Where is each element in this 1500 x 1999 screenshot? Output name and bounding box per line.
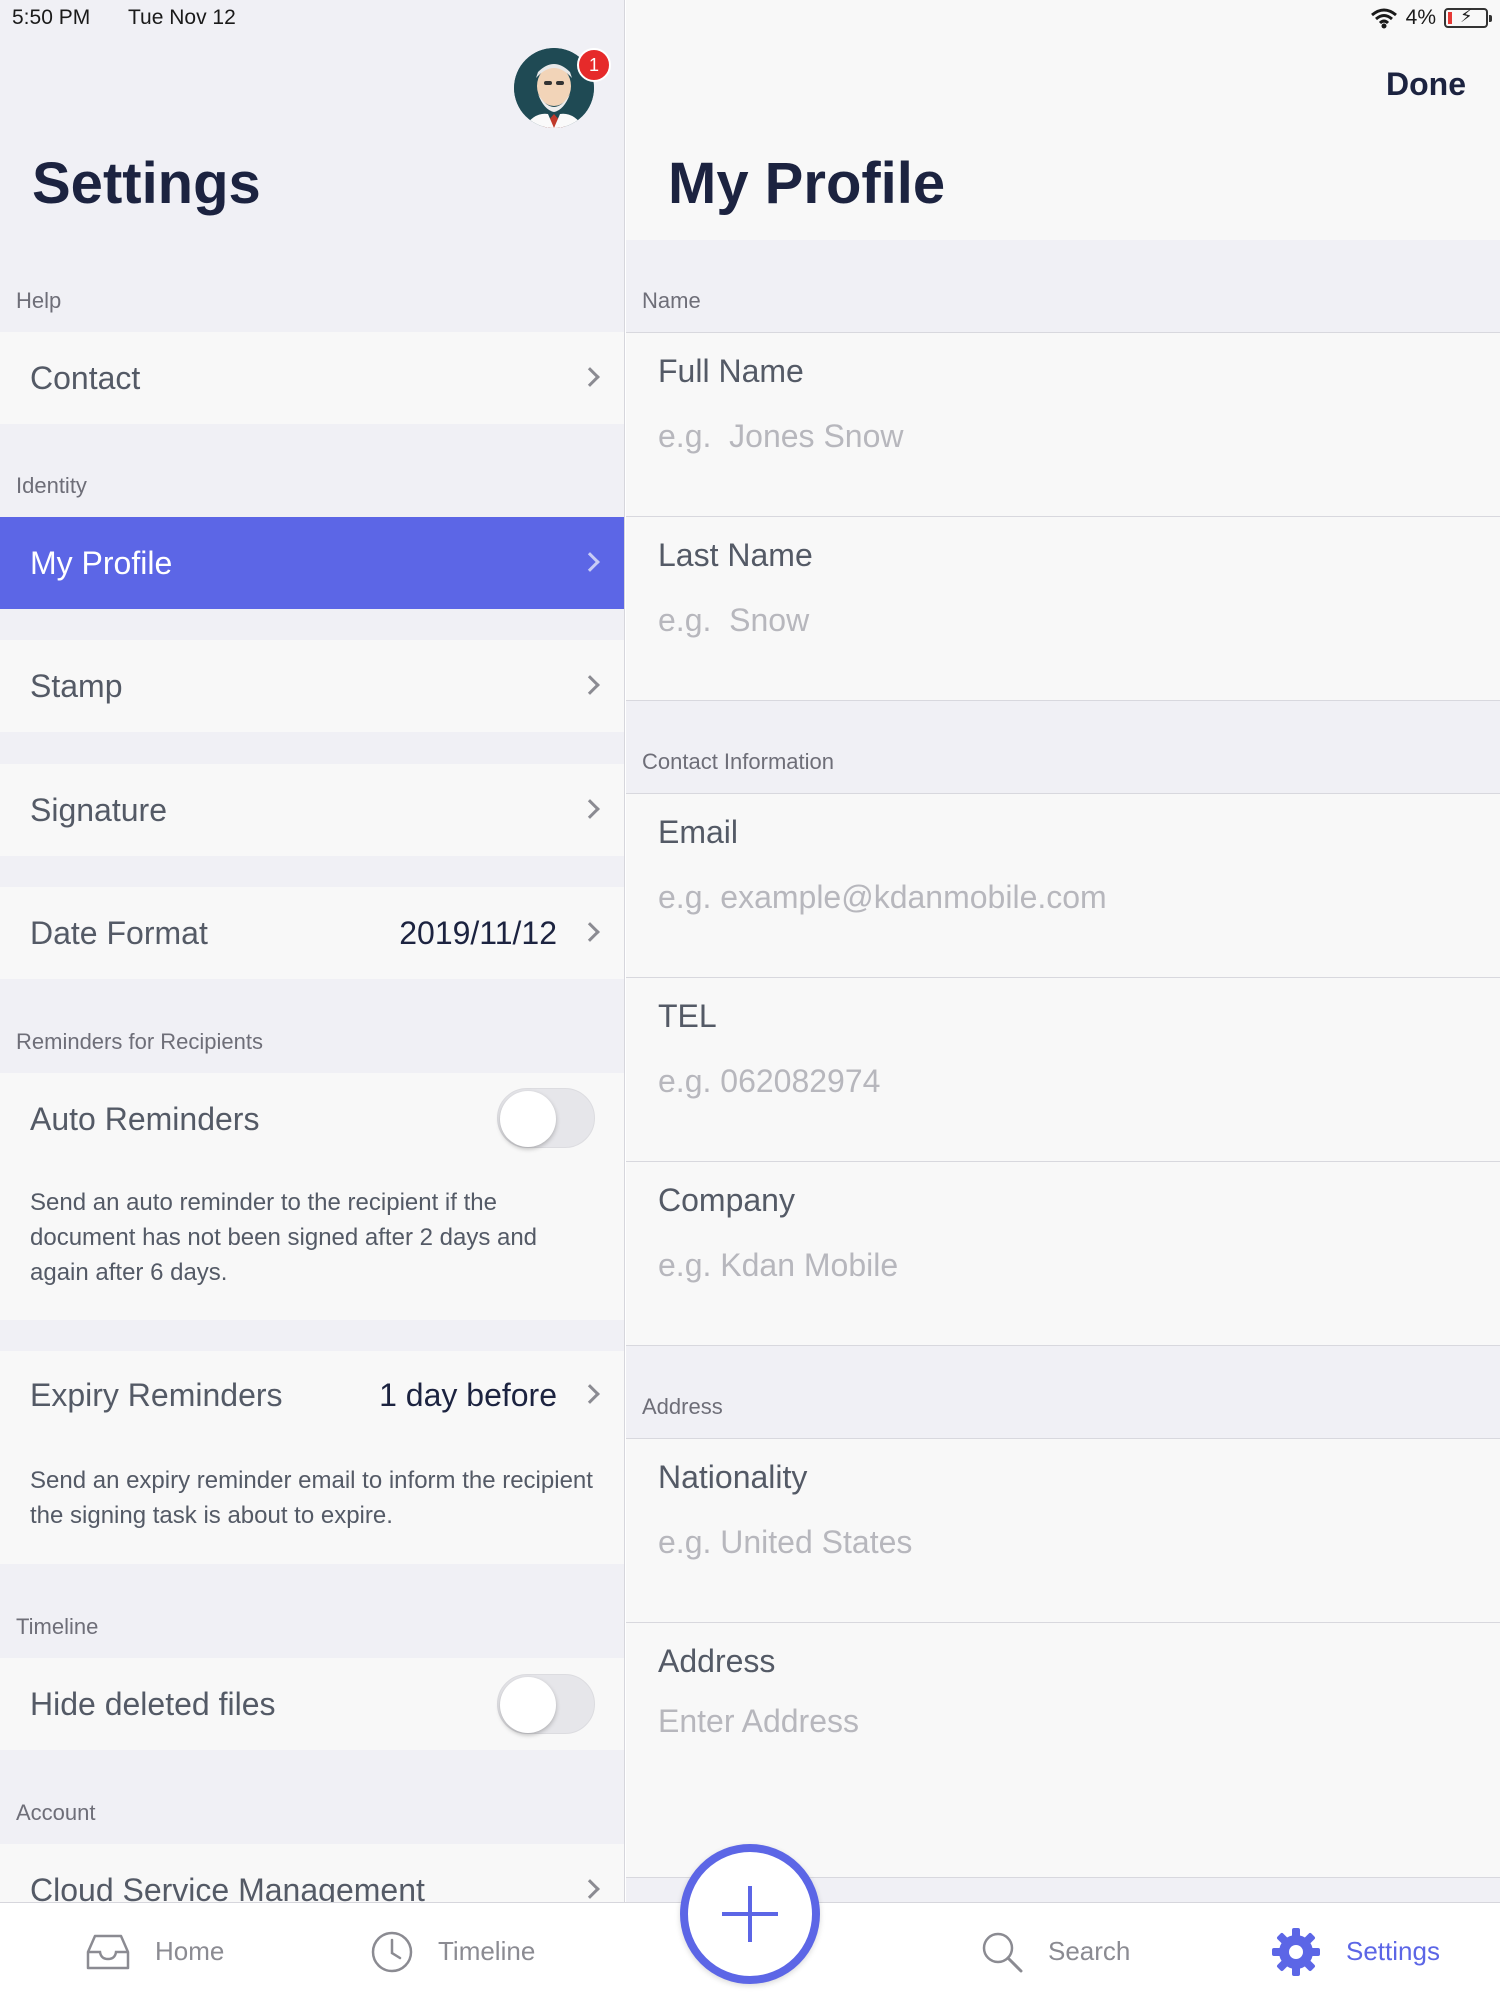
hide-deleted-row: Hide deleted files xyxy=(0,1658,624,1750)
notification-badge: 1 xyxy=(577,48,611,82)
search-icon xyxy=(982,1932,1023,1972)
last-name-field: Last Name xyxy=(626,516,1500,700)
wifi-icon xyxy=(1370,8,1397,29)
battery-charging-icon: ⚡ xyxy=(1444,6,1492,28)
tel-field: TEL xyxy=(626,977,1500,1161)
status-time: 5:50 PM xyxy=(12,6,91,29)
email-label: Email xyxy=(658,814,739,850)
email-input[interactable] xyxy=(658,879,1458,916)
status-date: Tue Nov 12 xyxy=(128,6,236,29)
section-name-label: Name xyxy=(642,288,701,313)
cloud-service-row[interactable]: Cloud Service Management xyxy=(0,1844,624,1902)
tab-timeline-label: Timeline xyxy=(438,1936,536,1966)
company-input[interactable] xyxy=(658,1247,1458,1284)
section-help: Help xyxy=(16,288,62,313)
signature-row[interactable]: Signature xyxy=(0,764,624,856)
tab-home-label: Home xyxy=(155,1936,225,1966)
date-format-label: Date Format xyxy=(30,915,208,951)
status-indicators: 4% ⚡ xyxy=(1370,6,1492,30)
profile-detail-pane: Done My Profile Name Full Name Last Name… xyxy=(626,0,1500,1902)
tab-home[interactable]: Home xyxy=(85,1903,224,1999)
contact-label: Contact xyxy=(30,360,141,396)
chevron-right-icon xyxy=(580,1879,600,1899)
status-bar: 5:50 PM Tue Nov 12 4% ⚡ xyxy=(0,0,1500,40)
contact-row[interactable]: Contact xyxy=(0,332,624,424)
section-identity: Identity xyxy=(16,473,87,498)
profile-title: My Profile xyxy=(668,151,946,216)
auto-reminders-toggle[interactable] xyxy=(497,1088,595,1148)
expiry-reminders-description: Send an expiry reminder email to inform … xyxy=(30,1467,593,1529)
tab-settings-label: Settings xyxy=(1346,1936,1440,1966)
done-button[interactable]: Done xyxy=(1386,66,1466,103)
address-input[interactable] xyxy=(658,1703,1458,1740)
expiry-reminders-label: Expiry Reminders xyxy=(30,1377,283,1413)
date-format-value: 2019/11/12 xyxy=(399,915,557,951)
signature-label: Signature xyxy=(30,792,167,828)
expiry-reminders-value: 1 day before xyxy=(379,1377,557,1413)
battery-percent: 4% xyxy=(1405,6,1436,29)
gear-icon xyxy=(1272,1927,1320,1976)
full-name-input[interactable] xyxy=(658,418,1458,455)
nationality-field: Nationality xyxy=(626,1438,1500,1622)
section-contact-label: Contact Information xyxy=(642,749,834,774)
nationality-input[interactable] xyxy=(658,1524,1458,1561)
my-profile-row[interactable]: My Profile xyxy=(0,517,624,609)
my-profile-label: My Profile xyxy=(30,545,173,581)
toggle-knob xyxy=(500,1091,556,1147)
auto-reminders-description: Send an auto reminder to the recipient i… xyxy=(30,1189,538,1286)
section-contact: Contact Information xyxy=(626,700,1500,793)
settings-sidebar: 1 Settings Help Contact Identity My Prof… xyxy=(0,0,625,1902)
last-name-label: Last Name xyxy=(658,537,813,573)
section-timeline: Timeline xyxy=(16,1614,99,1639)
chevron-right-icon xyxy=(580,799,600,819)
stamp-label: Stamp xyxy=(30,668,123,704)
chevron-right-icon xyxy=(580,922,600,942)
toggle-knob xyxy=(500,1677,556,1733)
chevron-right-icon xyxy=(580,1384,600,1404)
plus-icon xyxy=(722,1886,778,1942)
tab-settings[interactable]: Settings xyxy=(1270,1903,1440,1999)
expiry-reminders-row[interactable]: Expiry Reminders 1 day before Send an ex… xyxy=(0,1351,624,1564)
section-account: Account xyxy=(16,1800,96,1825)
stamp-row[interactable]: Stamp xyxy=(0,640,624,732)
hide-deleted-label: Hide deleted files xyxy=(30,1686,276,1722)
section-name: Name xyxy=(626,240,1500,332)
full-name-label: Full Name xyxy=(658,353,804,389)
nationality-label: Nationality xyxy=(658,1459,808,1495)
auto-reminders-row: Auto Reminders Send an auto reminder to … xyxy=(0,1073,624,1320)
chevron-right-icon xyxy=(580,367,600,387)
company-field: Company xyxy=(626,1161,1500,1345)
tab-search[interactable]: Search xyxy=(980,1903,1130,1999)
full-name-field: Full Name xyxy=(626,332,1500,516)
email-field: Email xyxy=(626,793,1500,977)
tab-search-label: Search xyxy=(1048,1936,1131,1966)
add-document-button[interactable] xyxy=(680,1844,820,1984)
tel-input[interactable] xyxy=(658,1063,1458,1100)
date-format-row[interactable]: Date Format 2019/11/12 xyxy=(0,887,624,979)
chevron-right-icon xyxy=(580,552,600,572)
auto-reminders-label: Auto Reminders xyxy=(30,1101,260,1137)
section-address: Address xyxy=(626,1345,1500,1438)
cloud-service-label: Cloud Service Management xyxy=(30,1872,425,1902)
chevron-right-icon xyxy=(580,675,600,695)
section-address-label: Address xyxy=(642,1394,723,1419)
inbox-icon xyxy=(86,1934,130,1969)
company-label: Company xyxy=(658,1182,795,1218)
hide-deleted-toggle[interactable] xyxy=(497,1674,595,1734)
address-label: Address xyxy=(658,1643,776,1679)
tel-label: TEL xyxy=(658,998,717,1034)
page-title: Settings xyxy=(32,151,261,216)
address-field: Address xyxy=(626,1622,1500,1878)
tab-timeline[interactable]: Timeline xyxy=(370,1903,535,1999)
clock-icon xyxy=(371,1931,413,1972)
last-name-input[interactable] xyxy=(658,602,1458,639)
section-reminders: Reminders for Recipients xyxy=(16,1029,263,1054)
